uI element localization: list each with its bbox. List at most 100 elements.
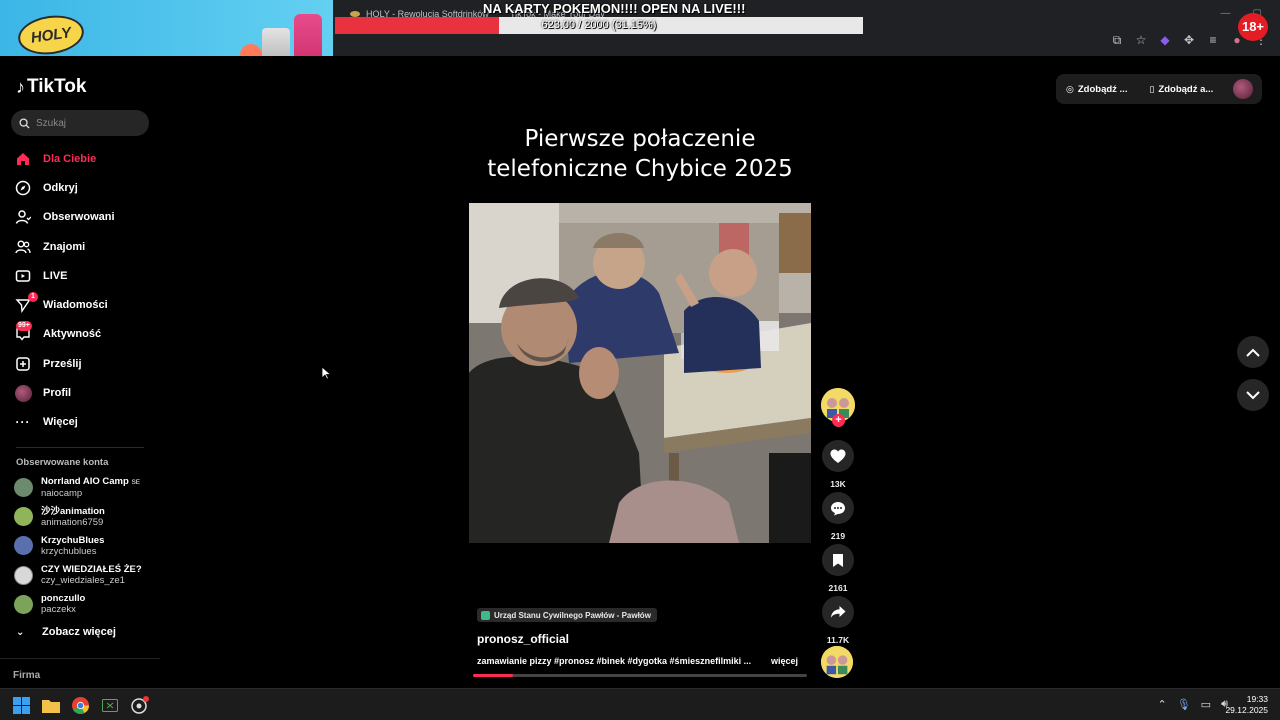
mouse-cursor-icon: [321, 366, 331, 380]
system-clock[interactable]: 19:33 29.12.2025: [1225, 694, 1268, 716]
next-video-button[interactable]: [1237, 379, 1269, 411]
like-count: 13K: [830, 479, 846, 489]
get-app-button[interactable]: ▯ Zdobądź a...: [1149, 84, 1213, 95]
like-button[interactable]: 13K: [822, 440, 854, 489]
account-handle: animation6759: [41, 516, 104, 528]
file-explorer-icon[interactable]: [41, 695, 61, 715]
app-window-icon[interactable]: [100, 695, 120, 715]
following-account[interactable]: KrzychuBlues krzychublues: [14, 531, 142, 560]
following-section-title: Obserwowane konta: [16, 457, 109, 468]
sidebar-nav: Dla Ciebie Odkryj Obserwowani Znajomi LI…: [14, 144, 154, 437]
search-input[interactable]: [36, 117, 136, 129]
chrome-icon[interactable]: [70, 695, 90, 715]
friends-icon: [14, 238, 32, 256]
clock-date: 29.12.2025: [1225, 705, 1268, 715]
microphone-icon[interactable]: 🎙︎: [1177, 698, 1191, 711]
display-icon[interactable]: ▭: [1201, 698, 1211, 711]
get-coins-button[interactable]: ◎ Zdobądź ...: [1066, 84, 1127, 95]
live-icon: [14, 267, 32, 285]
footer-company-link[interactable]: Firma: [13, 670, 40, 681]
install-app-icon[interactable]: ⧉: [1110, 33, 1124, 47]
account-handle: naiocamp: [41, 488, 83, 500]
account-name-suffix: SE: [131, 479, 141, 487]
nav-label: Obserwowani: [43, 211, 115, 224]
nav-label: Dla Ciebie: [43, 152, 97, 165]
tiktok-logo[interactable]: ♪ TikTok: [16, 76, 86, 98]
location-label: Urząd Stanu Cywilnego Pawłów - Pawłów: [494, 610, 651, 620]
profile-avatar: [14, 384, 32, 402]
tiktok-page: ♪ TikTok Dla Ciebie Odkryj Obserwowani Z…: [0, 56, 1280, 688]
video-progress-fill: [473, 674, 514, 677]
tiktok-note-icon: ♪: [16, 76, 25, 97]
phone-icon: ▯: [1149, 83, 1155, 94]
save-button[interactable]: 2161: [822, 544, 854, 593]
comment-count: 219: [830, 531, 846, 541]
share-icon: [822, 596, 854, 628]
nav-item-following[interactable]: Obserwowani: [14, 203, 154, 232]
video-author[interactable]: pronosz_official: [477, 632, 569, 646]
obs-icon[interactable]: [130, 695, 150, 715]
nav-item-explore[interactable]: Odkryj: [14, 173, 154, 202]
nav-item-for-you[interactable]: Dla Ciebie: [14, 144, 154, 173]
nav-item-profile[interactable]: Profil: [14, 378, 154, 407]
comment-button[interactable]: 219: [822, 492, 854, 541]
nav-label: Odkryj: [43, 181, 78, 194]
nav-item-friends[interactable]: Znajomi: [14, 232, 154, 261]
pill-label: Zdobądź a...: [1158, 83, 1214, 95]
tray-overflow-icon[interactable]: ⌃: [1157, 698, 1166, 711]
sidebar-divider: [16, 447, 144, 448]
nav-label: Prześlij: [43, 357, 82, 370]
following-list: Norrland AIO Camp SE naiocamp 沙沙animation…: [14, 473, 142, 619]
account-name: Norrland AIO Camp SE: [41, 476, 141, 488]
account-handle: paczekx: [41, 604, 76, 616]
music-disc-avatar[interactable]: [821, 646, 853, 678]
sidebar-divider: [0, 658, 160, 659]
share-count: 11.7K: [826, 635, 850, 645]
donation-progress-text: 623.00 / 2000 (31.15%): [541, 19, 657, 31]
extension-badge-icon[interactable]: ◆: [1158, 33, 1172, 47]
following-account[interactable]: CZY WIEDZIAŁEŚ ŻE? czy_wiedziales_ze1: [14, 561, 142, 590]
video-progress-bar[interactable]: [473, 674, 807, 677]
donation-goal-title: NA KARTY POKEMON!!!! OPEN NA LIVE!!!: [483, 1, 746, 16]
windows-start-icon[interactable]: [11, 695, 31, 715]
search-icon: [19, 117, 30, 129]
nav-item-more[interactable]: ··· Więcej: [14, 408, 154, 437]
share-button[interactable]: 11.7K: [822, 596, 854, 645]
video-frame-image: [469, 203, 811, 543]
see-more-button[interactable]: ⌄ Zobacz więcej: [16, 626, 116, 638]
account-avatar: [14, 536, 33, 556]
bookmark-star-icon[interactable]: ☆: [1134, 33, 1148, 47]
author-avatar[interactable]: +: [821, 388, 855, 427]
nav-label: Wiadomości: [43, 299, 108, 312]
reading-list-icon[interactable]: ≡: [1206, 33, 1220, 47]
home-icon: [14, 150, 32, 168]
clock-time: 19:33: [1246, 694, 1268, 704]
nav-item-activity[interactable]: 99+ Aktywność: [14, 320, 154, 349]
previous-video-button[interactable]: [1237, 336, 1269, 368]
account-avatar: [14, 478, 33, 498]
nav-item-upload[interactable]: Prześlij: [14, 349, 154, 378]
save-count: 2161: [828, 583, 848, 593]
video-title: Pierwsze połaczenie telefoniczne Chybice…: [487, 126, 793, 182]
following-account[interactable]: Norrland AIO Camp SE naiocamp: [14, 473, 142, 502]
nav-item-messages[interactable]: 1 Wiadomości: [14, 290, 154, 319]
compass-icon: [14, 179, 32, 197]
nav-label: Więcej: [43, 416, 78, 429]
search-box[interactable]: [11, 110, 149, 136]
user-avatar[interactable]: [1233, 79, 1253, 99]
holy-logo: HOLY: [15, 11, 87, 59]
pill-label: Zdobądź ...: [1077, 83, 1128, 95]
bookmark-icon: [822, 544, 854, 576]
account-handle: czy_wiedziales_ze1: [41, 575, 125, 587]
following-account[interactable]: 沙沙animation animation6759: [14, 502, 142, 531]
nav-item-live[interactable]: LIVE: [14, 261, 154, 290]
location-tag[interactable]: Urząd Stanu Cywilnego Pawłów - Pawłów: [477, 608, 657, 622]
follow-plus-icon[interactable]: +: [832, 414, 845, 427]
top-right-actions: ◎ Zdobądź ... ▯ Zdobądź a...: [1056, 74, 1262, 104]
more-description-button[interactable]: więcej: [771, 656, 798, 666]
video-player[interactable]: [469, 203, 811, 543]
extensions-puzzle-icon[interactable]: ✥: [1182, 33, 1196, 47]
following-account[interactable]: ponczullo paczekx: [14, 590, 142, 619]
account-name: ponczullo: [41, 593, 86, 605]
minimize-icon[interactable]: —: [1221, 8, 1231, 19]
